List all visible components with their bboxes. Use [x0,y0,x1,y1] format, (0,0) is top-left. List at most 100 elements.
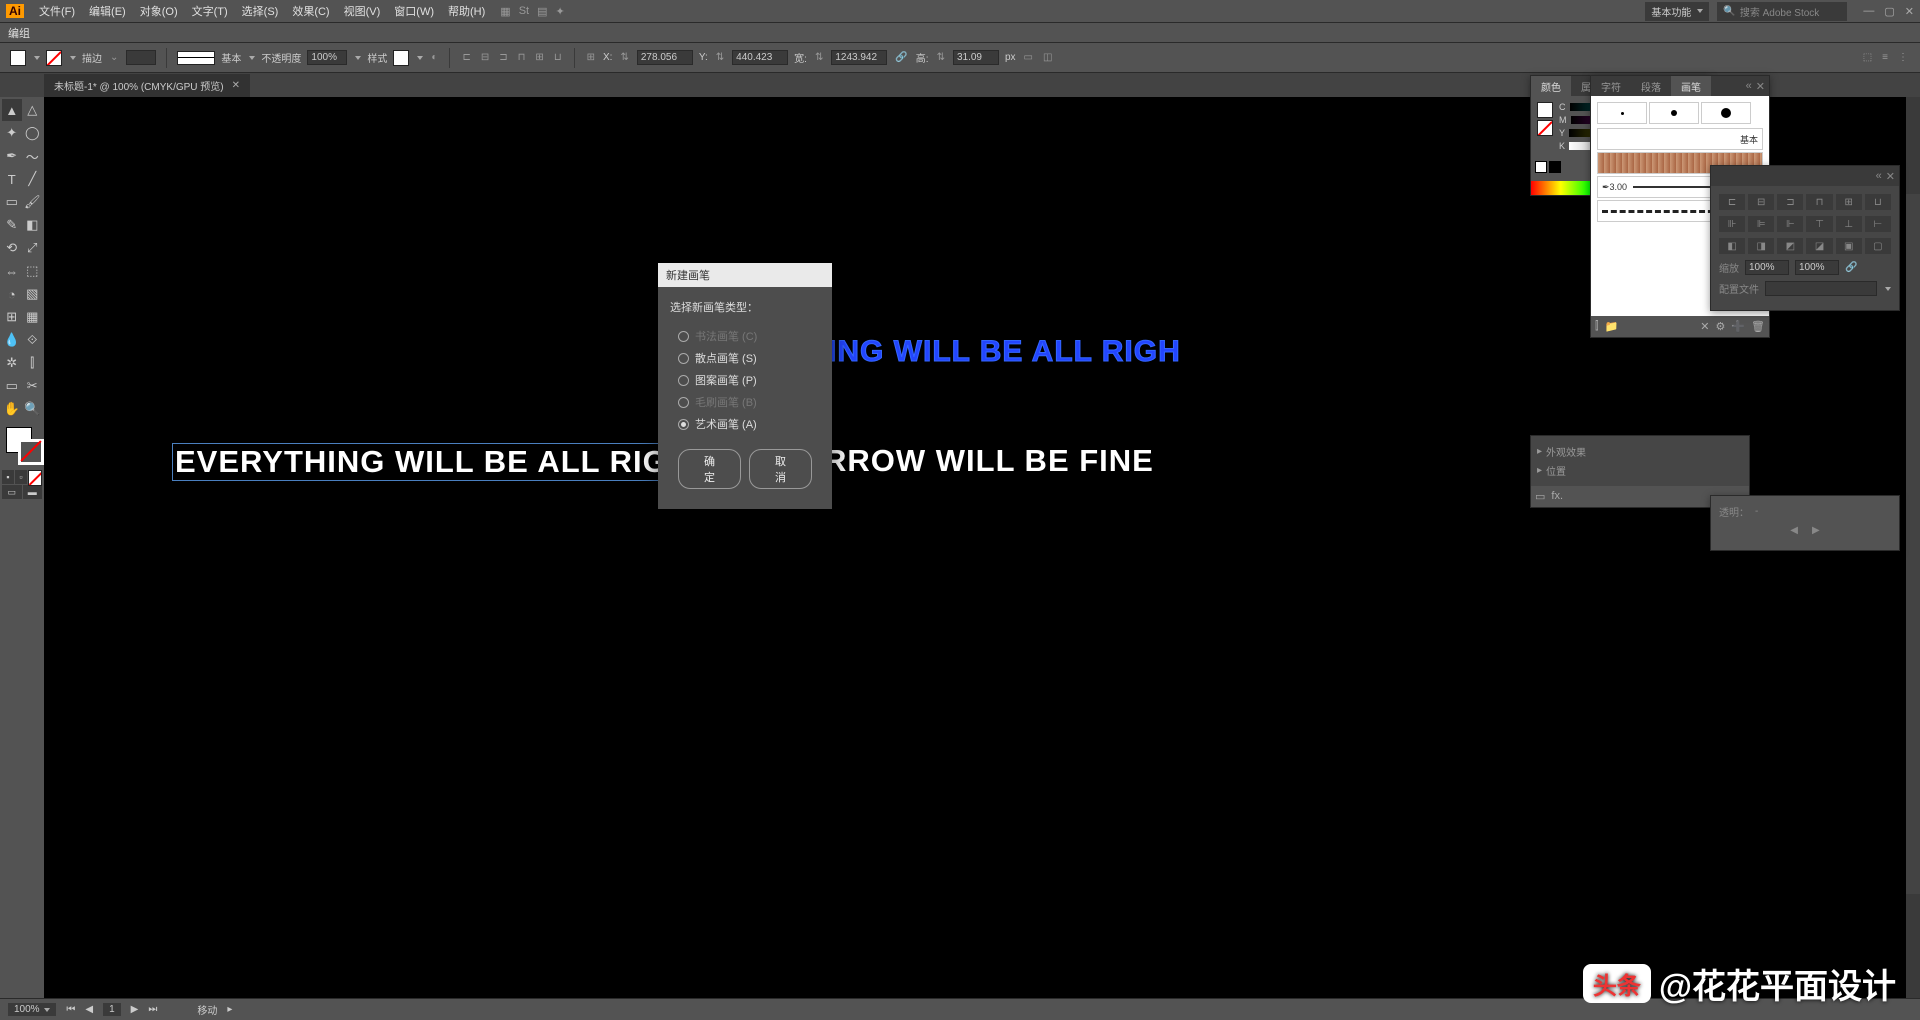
panel-collapse-icon[interactable]: « [1746,80,1752,93]
stock-icon[interactable]: St [519,5,529,18]
opacity-input[interactable] [307,50,347,65]
align-left-icon[interactable]: ⊏ [460,52,472,63]
scale-x-input[interactable] [1745,260,1789,275]
shaper-tool[interactable]: ✎ [2,214,22,236]
workspace-selector[interactable]: 基本功能 [1645,2,1709,21]
menu-object[interactable]: 对象(O) [133,3,185,19]
recolor-icon[interactable]: ◐ [429,52,439,63]
transform-anchor-icon[interactable]: ⊞ [585,52,597,63]
slice-tool[interactable]: ✂ [23,375,43,397]
artboard-nav-last-icon[interactable]: ⏭ [148,1004,157,1015]
artwork-text-outline[interactable]: ING WILL BE ALL RIGH [828,335,1181,369]
eraser-tool[interactable]: ◧ [23,214,43,236]
distribute-buttons[interactable]: ⊪⊫⊩⊤⊥⊢ [1719,216,1891,232]
brush-options-icon[interactable]: ⚙ [1715,320,1725,333]
panel-fill-swatch[interactable] [1537,102,1553,118]
zoom-selector[interactable]: 100% [8,1003,56,1016]
stroke-weight-input[interactable] [126,50,156,65]
artboard-tool[interactable]: ▭ [2,375,22,397]
align-bottom-icon[interactable]: ⊔ [552,52,564,63]
menu-select[interactable]: 选择(S) [235,3,286,19]
minimize-icon[interactable]: — [1863,5,1874,18]
align-right-icon[interactable]: ⊐ [497,52,509,63]
panel-close-icon[interactable]: ✕ [1886,170,1895,183]
link-xy2-icon[interactable]: ⇅ [714,52,726,63]
link-xy-icon[interactable]: ⇅ [618,52,630,63]
layer-toggle-icon[interactable]: ▭ [1535,490,1545,503]
align-panel-icon[interactable]: ≡ [1880,52,1890,63]
align-vcenter-icon[interactable]: ⊞ [533,52,545,63]
stroke-profile-preview[interactable] [177,51,215,65]
lasso-tool[interactable]: ◯ [23,122,43,144]
type-tool[interactable]: T [2,168,22,190]
menu-type[interactable]: 文字(T) [185,3,235,19]
appearance-row-2[interactable]: ▸位置 [1537,461,1743,480]
dialog-title[interactable]: 新建画笔 [658,263,832,287]
artboard-number[interactable]: 1 [103,1003,121,1016]
mesh-tool[interactable]: ⊞ [2,306,22,328]
appearance-row-1[interactable]: ▸外观效果 [1537,442,1743,461]
line-tool[interactable]: ╱ [23,168,43,190]
scale-tool[interactable]: ⤢ [23,237,43,259]
transform-panel-icon[interactable]: ⬚ [1861,52,1874,63]
width-tool[interactable]: ⇔ [2,260,22,282]
free-transform-tool[interactable]: ⬚ [23,260,43,282]
gradient-tool[interactable]: ▦ [23,306,43,328]
menu-help[interactable]: 帮助(H) [441,3,492,19]
status-more-icon[interactable]: ▸ [227,1004,232,1015]
remove-stroke-icon[interactable]: ✕ [1700,320,1709,333]
magic-wand-tool[interactable]: ✦ [2,122,22,144]
hand-tool[interactable]: ✋ [2,398,22,420]
brush-preset-large[interactable] [1701,102,1751,124]
radio-scatter[interactable]: 散点画笔 (S) [670,347,820,369]
isolate-icon[interactable]: ◫ [1041,52,1054,63]
panel-close-icon[interactable]: ✕ [1756,80,1765,93]
ok-button[interactable]: 确定 [678,449,741,489]
shape-props-icon[interactable]: ▭ [1022,52,1035,63]
artboard-nav-next-icon[interactable]: ▶ [131,1004,139,1015]
align-hcenter-icon[interactable]: ⊟ [479,52,491,63]
link-wh2-icon[interactable]: ⇅ [935,52,947,63]
tab-character[interactable]: 字符 [1591,76,1631,96]
pen-tool[interactable]: ✒ [2,145,22,167]
tab-brushes[interactable]: 画笔 [1671,76,1711,96]
profile-input[interactable] [1765,281,1877,296]
symbol-sprayer-tool[interactable]: ✲ [2,352,22,374]
brush-preset-small[interactable] [1597,102,1647,124]
link-scale-icon[interactable]: 🔗 [1845,262,1857,273]
brush-folder-icon[interactable]: 📁 [1605,320,1619,333]
rectangle-tool[interactable]: ▭ [2,191,22,213]
curvature-tool[interactable]: 〜 [23,145,43,167]
chevron-down-icon[interactable]: ⌄ [108,52,120,63]
brush-preset-med[interactable] [1649,102,1699,124]
stroke-swatch[interactable] [46,50,62,66]
fill-stroke-indicator[interactable] [2,425,42,469]
panel-collapse-icon[interactable]: « [1876,170,1882,183]
maximize-icon[interactable]: ▢ [1884,5,1894,18]
close-icon[interactable]: ✕ [1905,5,1914,18]
artwork-text-selected-left[interactable]: EVERYTHING WILL BE ALL RIG [172,443,671,481]
new-brush-icon[interactable]: ➕ [1731,320,1745,333]
tab-color[interactable]: 颜色 [1531,76,1571,96]
graph-tool[interactable]: ⫿ [23,352,43,374]
tab-close-icon[interactable]: ✕ [232,80,240,91]
menu-window[interactable]: 窗口(W) [387,3,441,19]
artwork-text-right[interactable]: RROW WILL BE FINE [824,443,1154,479]
radio-pattern[interactable]: 图案画笔 (P) [670,369,820,391]
color-mode-row[interactable]: ▪▫ [2,470,42,484]
blend-tool[interactable]: ⟐ [23,329,43,351]
link-wh-icon[interactable]: ⇅ [813,52,825,63]
brush-libraries-icon[interactable]: ⫿ [1595,320,1599,333]
direct-selection-tool[interactable]: △ [23,99,43,121]
x-input[interactable] [637,50,693,65]
perspective-tool[interactable]: ▧ [23,283,43,305]
link-lock-icon[interactable]: 🔗 [893,52,909,63]
selection-tool[interactable]: ▲ [2,99,22,121]
arrange-docs-icon[interactable]: ▤ [537,5,547,18]
artboard-nav-prev-icon[interactable]: ◀ [85,1004,93,1015]
h-input[interactable] [953,50,999,65]
brush-basic[interactable]: 基本 [1597,128,1763,150]
align-buttons[interactable]: ⊏⊟⊐⊓⊞⊔ [1719,194,1891,210]
next-icon[interactable]: ▶ [1812,525,1820,536]
fill-swatch[interactable] [10,50,26,66]
